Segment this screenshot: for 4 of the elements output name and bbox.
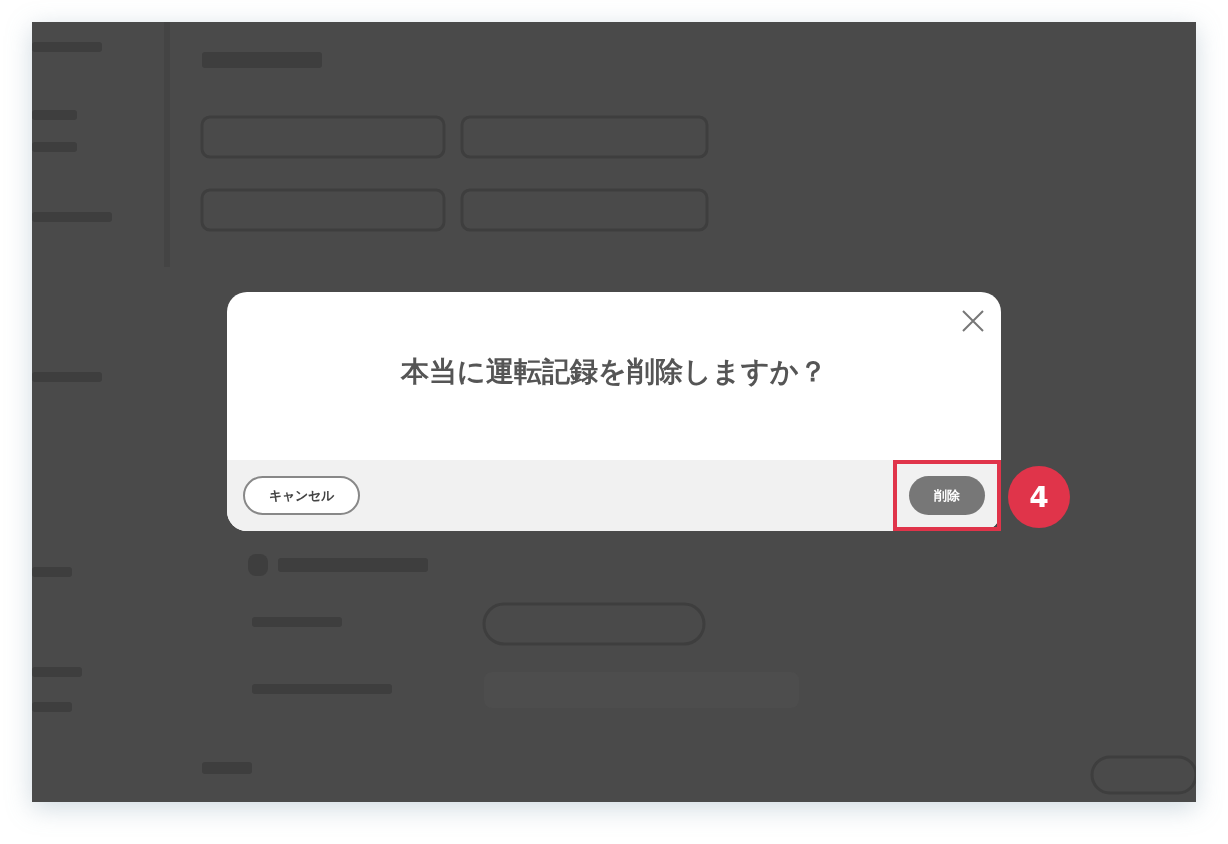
close-icon[interactable] — [962, 310, 984, 332]
cancel-button[interactable]: キャンセル — [243, 476, 360, 515]
delete-button[interactable]: 削除 — [909, 476, 985, 515]
dialog-title: 本当に運転記録を削除しますか？ — [401, 354, 827, 390]
